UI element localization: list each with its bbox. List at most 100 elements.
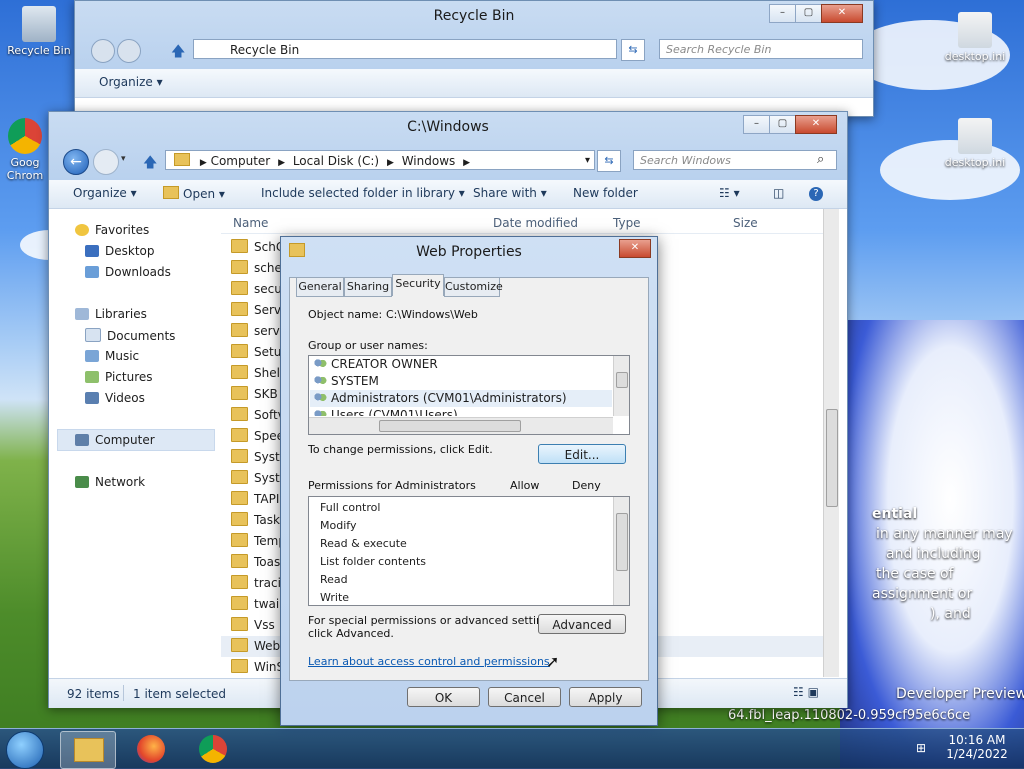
maximize-button[interactable]: ▢: [769, 115, 796, 134]
music-icon: [85, 350, 99, 362]
refresh-icon[interactable]: ⇆: [621, 39, 645, 61]
folder-icon: [231, 638, 248, 652]
desktop-icon-desktop-ini-2[interactable]: desktop.ini: [938, 118, 1012, 169]
open-menu[interactable]: Open ▾: [163, 186, 225, 201]
desktop-icon-recycle-bin[interactable]: Recycle Bin: [2, 6, 76, 57]
wallpaper-text: 64.fbl_leap.110802-0.959cf95e6c6ce: [728, 708, 971, 723]
user-item-administrators[interactable]: Administrators (CVM01\Administrators): [313, 391, 567, 405]
group-user-list[interactable]: CREATOR OWNER SYSTEM Administrators (CVM…: [308, 355, 630, 435]
include-label: Include selected folder in library: [261, 186, 455, 200]
nav-network[interactable]: Network: [75, 475, 145, 489]
up-arrow-icon[interactable]: 🡅: [143, 152, 157, 176]
forward-icon[interactable]: [117, 39, 141, 63]
tab-security[interactable]: Security: [392, 274, 444, 296]
folder-icon: [231, 302, 248, 316]
include-in-library-menu[interactable]: Include selected folder in library ▾: [261, 186, 465, 200]
apply-button[interactable]: Apply: [569, 687, 642, 707]
column-type[interactable]: Type: [613, 216, 641, 230]
close-button[interactable]: ✕: [821, 4, 863, 23]
folder-open-icon: [163, 186, 179, 199]
up-arrow-icon[interactable]: 🡅: [171, 41, 185, 65]
cancel-button[interactable]: Cancel: [488, 687, 561, 707]
new-folder-button[interactable]: New folder: [573, 186, 638, 200]
scrollbar-thumb[interactable]: [826, 409, 838, 507]
address-bar[interactable]: Recycle Bin: [193, 39, 617, 59]
start-button-icon[interactable]: [6, 731, 44, 769]
column-date-modified[interactable]: Date modified: [493, 216, 578, 230]
taskbar-firefox[interactable]: [124, 731, 178, 767]
scrollbar-thumb[interactable]: [379, 420, 521, 432]
permissions-scrollbar[interactable]: [613, 497, 629, 605]
close-button[interactable]: ✕: [619, 239, 651, 258]
web-properties-dialog[interactable]: Web Properties ✕ General Sharing Securit…: [280, 236, 658, 726]
user-group-icon: [313, 392, 327, 404]
minimize-button[interactable]: –: [743, 115, 770, 134]
refresh-icon[interactable]: ⇆: [597, 150, 621, 172]
organize-menu[interactable]: Organize ▾: [99, 75, 163, 89]
scrollbar-thumb[interactable]: [616, 513, 628, 571]
address-dropdown-icon[interactable]: ▾: [585, 151, 590, 171]
clock[interactable]: 10:16 AM 1/24/2022: [940, 733, 1014, 761]
recycle-bin-window[interactable]: Recycle Bin – ▢ ✕ 🡅 Recycle Bin ⇆ Search…: [74, 0, 874, 117]
permission-write: Write: [320, 591, 350, 604]
desktop-icon-label: Recycle Bin: [7, 44, 71, 57]
tab-customize[interactable]: Customize: [444, 277, 503, 297]
nav-favorites[interactable]: Favorites: [75, 223, 149, 237]
tab-general[interactable]: General: [296, 277, 344, 297]
back-icon[interactable]: [91, 39, 115, 63]
learn-access-control-link[interactable]: Learn about access control and permissio…: [308, 655, 550, 668]
organize-menu[interactable]: Organize ▾: [73, 186, 137, 200]
libraries-icon: [75, 308, 89, 320]
nav-desktop[interactable]: Desktop: [85, 244, 155, 258]
user-item-users[interactable]: Users (CVM01\Users): [313, 408, 458, 416]
column-name[interactable]: Name: [233, 216, 268, 230]
breadcrumb-computer[interactable]: Computer: [211, 154, 271, 168]
maximize-button[interactable]: ▢: [795, 4, 822, 23]
details-view-icon[interactable]: ☷ ▣: [793, 685, 819, 699]
user-item-system[interactable]: SYSTEM: [313, 374, 379, 388]
network-tray-icon[interactable]: ⊞: [916, 741, 926, 755]
breadcrumb-local-disk[interactable]: Local Disk (C:): [293, 154, 379, 168]
minimize-button[interactable]: –: [769, 4, 796, 23]
taskbar-chrome[interactable]: [186, 731, 240, 767]
nav-videos[interactable]: Videos: [85, 391, 145, 405]
search-icon[interactable]: ⌕: [817, 152, 824, 167]
column-size[interactable]: Size: [733, 216, 758, 230]
help-icon[interactable]: ?: [809, 187, 823, 201]
address-bar[interactable]: ▶ Computer ▶ Local Disk (C:) ▶ Windows ▶…: [165, 150, 595, 170]
file-list-scrollbar[interactable]: [823, 209, 839, 677]
tab-sharing[interactable]: Sharing: [344, 277, 392, 297]
nav-music[interactable]: Music: [85, 349, 139, 363]
user-item-creator-owner[interactable]: CREATOR OWNER: [313, 357, 438, 371]
forward-icon[interactable]: [93, 149, 119, 175]
ok-button[interactable]: OK: [407, 687, 480, 707]
scrollbar-thumb[interactable]: [616, 372, 628, 388]
nav-libraries[interactable]: Libraries: [75, 307, 147, 321]
close-button[interactable]: ✕: [795, 115, 837, 134]
desktop-icon-label: Goog Chrom: [6, 156, 44, 182]
address-text: Recycle Bin: [230, 43, 300, 57]
advanced-button[interactable]: Advanced: [538, 614, 626, 634]
desktop-icon-chrome[interactable]: Goog Chrom: [0, 118, 50, 182]
nav-pictures[interactable]: Pictures: [85, 370, 153, 384]
pictures-icon: [85, 371, 99, 383]
view-options-icon[interactable]: ☷ ▾: [719, 186, 740, 200]
taskbar-explorer[interactable]: [60, 731, 116, 769]
share-with-menu[interactable]: Share with ▾: [473, 186, 547, 200]
user-list-hscrollbar[interactable]: [309, 417, 613, 434]
nav-documents[interactable]: Documents: [85, 328, 175, 343]
nav-downloads[interactable]: Downloads: [85, 265, 171, 279]
edit-button[interactable]: Edit...: [538, 444, 626, 464]
permission-full-control: Full control: [320, 501, 381, 514]
wallpaper-text: assignment or: [872, 586, 973, 602]
nav-computer[interactable]: Computer: [75, 433, 155, 447]
preview-pane-icon[interactable]: ◫: [773, 186, 784, 200]
history-dropdown-icon[interactable]: ▾: [121, 154, 126, 164]
desktop-icon-desktop-ini-1[interactable]: desktop.ini: [938, 12, 1012, 63]
search-input[interactable]: Search Recycle Bin: [659, 39, 863, 59]
breadcrumb-windows[interactable]: Windows: [402, 154, 456, 168]
back-icon[interactable]: ←: [63, 149, 89, 175]
user-list-scrollbar[interactable]: [613, 356, 629, 416]
search-input[interactable]: Search Windows: [633, 150, 837, 170]
gear-file-icon: [958, 12, 992, 48]
